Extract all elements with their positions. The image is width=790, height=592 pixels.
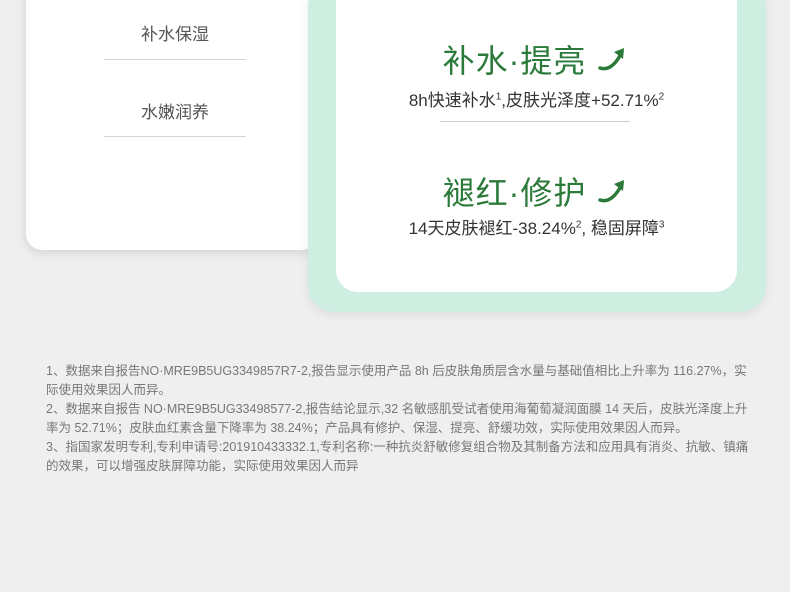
left-divider [104,59,246,60]
left-divider [104,136,246,137]
benefits-panel: 补水·提亮 8h快速补水1,皮肤光泽度+52.71%2 褪红·修护 14天皮肤褪… [336,0,737,292]
benefit-divider [440,121,630,122]
left-card: 补水保湿 水嫩润养 [26,0,318,250]
benefit-title-text: 褪红·修护 [442,175,587,211]
arrow-up-right-icon [596,42,630,84]
benefit-title-text: 补水·提亮 [442,43,587,79]
desc-text: 14天皮肤褪红-38.24% [408,219,576,238]
arrow-up-right-icon [596,174,630,216]
desc-text: 8h快速补水 [408,91,496,110]
footnotes: 1、数据来自报告NO·MRE9B5UG3349857R7-2,报告显示使用产品 … [46,362,756,476]
right-card: 补水·提亮 8h快速补水1,皮肤光泽度+52.71%2 褪红·修护 14天皮肤褪… [308,0,766,312]
footnote-1: 1、数据来自报告NO·MRE9B5UG3349857R7-2,报告显示使用产品 … [46,364,747,397]
benefit-title-hydrate: 补水·提亮 [336,36,737,84]
desc-text: ,皮肤光泽度+52.71% [501,91,659,110]
left-item-hydration: 补水保湿 [141,25,209,44]
footnote-ref: 3 [658,219,665,231]
footnote-ref: 2 [658,91,665,103]
benefit-desc-hydrate: 8h快速补水1,皮肤光泽度+52.71%2 [336,86,737,111]
footnote-2: 2、数据来自报告 NO·MRE9B5UG33498577-2,报告结论显示,32… [46,402,748,435]
desc-text: , 稳固屏障 [581,219,659,238]
benefit-title-repair: 褪红·修护 [336,168,737,216]
benefit-desc-repair: 14天皮肤褪红-38.24%2, 稳固屏障3 [336,214,737,239]
left-item-nourish: 水嫩润养 [141,103,209,122]
footnote-3: 3、指国家发明专利,专利申请号:201910433332.1,专利名称:一种抗炎… [46,440,749,473]
